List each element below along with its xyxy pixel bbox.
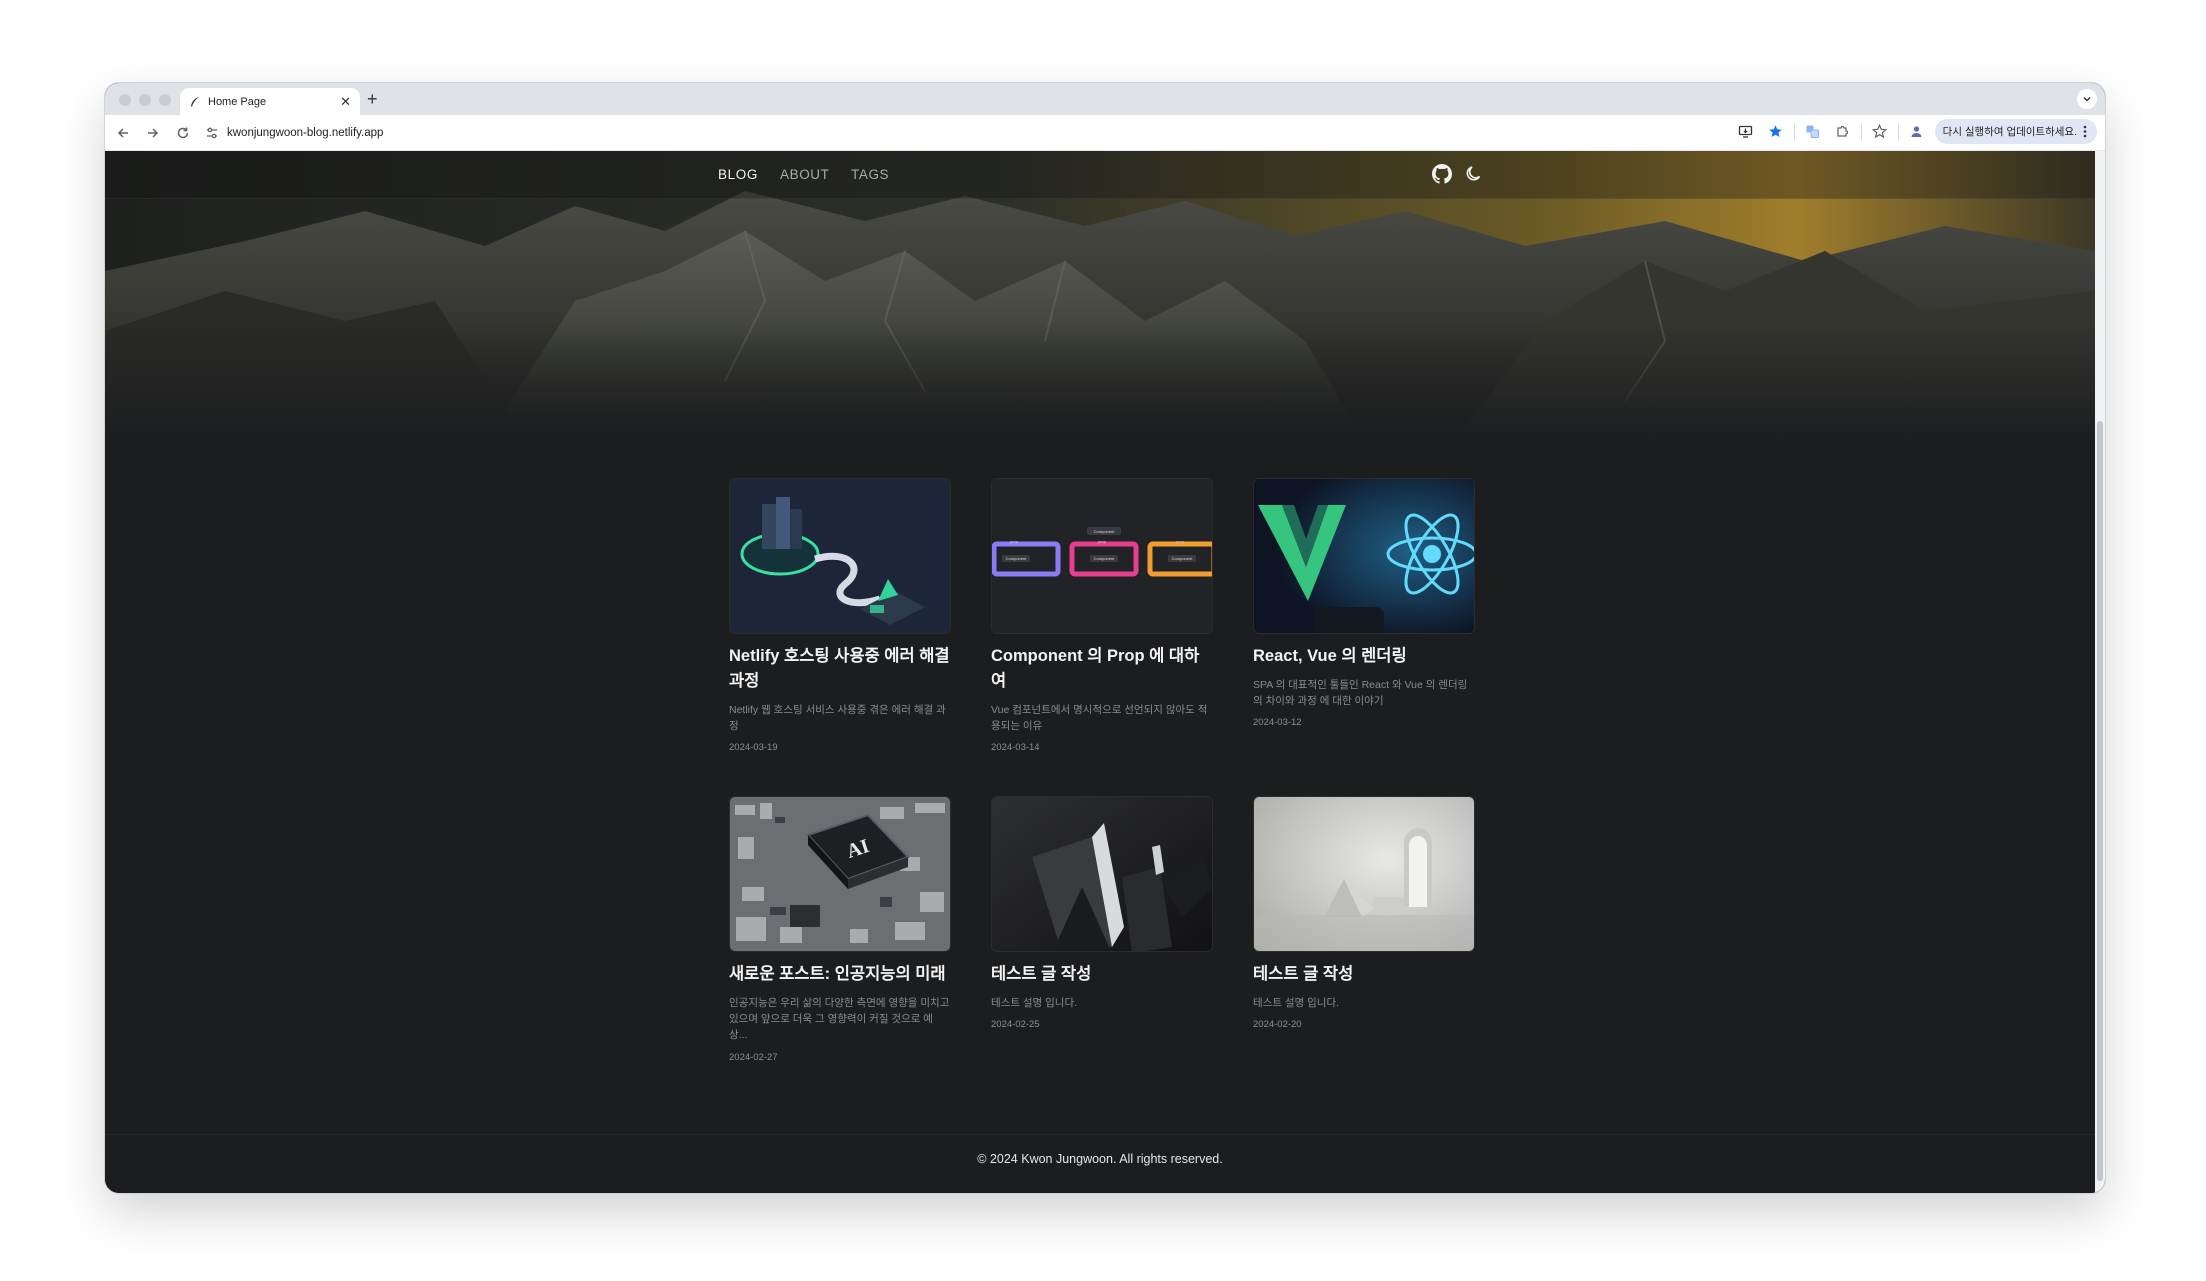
- post-description: Netlify 웹 호스팅 서비스 사용중 겪은 에러 해결 과정: [729, 703, 946, 732]
- toolbar-divider: [1897, 123, 1899, 140]
- post-thumbnail: Component Component Component Component …: [991, 478, 1213, 634]
- abstract-light-room-image: [1254, 797, 1474, 951]
- new-tab-button[interactable]: +: [367, 89, 378, 110]
- diagram-label: Component: [1094, 556, 1116, 561]
- browser-toolbar: kwonjungwoon-blog.netlify.app 다시 실행하여 업데…: [105, 115, 2105, 151]
- tab-home-page[interactable]: Home Page ✕: [180, 88, 360, 115]
- install-app-button[interactable]: [1734, 120, 1758, 144]
- post-description: 인공지능은 우리 삶의 다양한 측면에 영향을 미치고 있으며 앞으로 더욱 그…: [729, 996, 950, 1042]
- reading-list-button[interactable]: [1868, 120, 1892, 144]
- post-card[interactable]: Netlify 호스팅 사용중 에러 해결 과정 Netlify 웹 호스팅 서…: [729, 478, 951, 753]
- post-date: 2024-02-27: [729, 1051, 778, 1063]
- post-date: 2024-02-25: [991, 1019, 1040, 1031]
- post-card[interactable]: 테스트 글 작성 테스트 설명 입니다. 2024-02-25: [991, 796, 1213, 1030]
- vue-react-logo-image: [1254, 479, 1474, 633]
- translate-button[interactable]: [1801, 120, 1825, 144]
- post-description: 테스트 설명 입니다.: [991, 996, 1078, 1009]
- post-description: SPA 의 대표적인 툴들인 React 와 Vue 의 렌더링의 차이와 과정…: [1253, 678, 1468, 708]
- toolbar-actions: 다시 실행하여 업데이트하세요.: [1734, 119, 2097, 144]
- profile-icon: [1911, 126, 1922, 137]
- post-thumbnail: [1253, 478, 1475, 634]
- maximize-window-button[interactable]: [159, 94, 171, 106]
- tab-title: Home Page: [208, 95, 267, 108]
- post-title: Netlify 호스팅 사용중 에러 해결 과정: [729, 647, 950, 690]
- post-card[interactable]: React, Vue 의 렌더링 SPA 의 대표적인 툴들인 React 와 …: [1253, 478, 1475, 728]
- feather-icon: [191, 96, 199, 107]
- more-vertical-icon: [2083, 125, 2087, 138]
- nav-link-blog[interactable]: BLOG: [718, 167, 758, 182]
- post-card[interactable]: 테스트 글 작성 테스트 설명 입니다. 2024-02-20: [1253, 796, 1475, 1030]
- minimize-window-button[interactable]: [139, 94, 151, 106]
- post-title: 테스트 글 작성: [991, 965, 1092, 983]
- site-navbar: BLOG ABOUT TAGS: [105, 151, 2095, 199]
- github-icon[interactable]: [1432, 164, 1452, 184]
- install-app-icon: [1739, 125, 1753, 138]
- reload-icon: [177, 127, 189, 138]
- post-title: 테스트 글 작성: [1253, 965, 1354, 983]
- page-content: BLOG ABOUT TAGS Netlify 호스팅 사용중 에러 해결 과정…: [105, 151, 2095, 1193]
- post-title: Component 의 Prop 에 대하여: [991, 647, 1200, 690]
- site-settings-icon[interactable]: [205, 126, 219, 140]
- post-date: 2024-02-20: [1253, 1019, 1302, 1031]
- scrollbar-thumb[interactable]: [2097, 421, 2103, 1181]
- diagram-label: prop: [1098, 539, 1107, 544]
- post-description: 테스트 설명 입니다.: [1253, 996, 1340, 1009]
- diagram-label: Component: [1094, 529, 1116, 534]
- page-scrollbar[interactable]: [2095, 151, 2105, 1193]
- url-text: kwonjungwoon-blog.netlify.app: [227, 126, 384, 139]
- browser-window: Home Page ✕ + kwonjungwoon-blog.netlify.…: [105, 83, 2105, 1193]
- post-title: React, Vue 의 렌더링: [1253, 647, 1407, 665]
- arrow-left-icon: [117, 127, 128, 138]
- footer-divider: [105, 1134, 2095, 1135]
- puzzle-icon: [1837, 125, 1849, 137]
- close-tab-icon[interactable]: ✕: [340, 95, 351, 108]
- chevron-down-icon: [2083, 96, 2091, 102]
- back-button[interactable]: [109, 119, 137, 147]
- ai-chip-image: AI: [730, 797, 950, 951]
- post-thumbnail: [1253, 796, 1475, 952]
- profile-button[interactable]: [1905, 120, 1929, 144]
- post-thumbnail: [991, 796, 1213, 952]
- tab-search-button[interactable]: [2077, 89, 2097, 109]
- nav-link-tags[interactable]: TAGS: [851, 167, 889, 182]
- close-window-button[interactable]: [119, 94, 131, 106]
- nav-link-about[interactable]: ABOUT: [780, 167, 830, 182]
- isometric-server-image: [730, 479, 950, 633]
- star-filled-icon: [1769, 125, 1782, 137]
- hero-fade: [105, 321, 2095, 441]
- arrow-right-icon: [148, 127, 159, 138]
- reload-button[interactable]: [169, 119, 197, 147]
- diagram-label: prop: [1010, 539, 1019, 544]
- toolbar-divider: [1793, 123, 1795, 140]
- post-card[interactable]: Component Component Component Component …: [991, 478, 1213, 753]
- footer-copyright: © 2024 Kwon Jungwoon. All rights reserve…: [977, 1152, 1223, 1166]
- moon-icon[interactable]: [1464, 164, 1484, 184]
- update-label: 다시 실행하여 업데이트하세요.: [1942, 126, 2077, 138]
- bookmark-star-button[interactable]: [1764, 120, 1788, 144]
- post-date: 2024-03-12: [1253, 717, 1302, 729]
- star-outline-icon: [1872, 124, 1888, 139]
- forward-button[interactable]: [139, 119, 167, 147]
- diagram-label: Component: [1172, 556, 1194, 561]
- diagram-label: Component: [1006, 556, 1028, 561]
- tab-strip: Home Page ✕ +: [105, 83, 2105, 115]
- post-thumbnail: [729, 478, 951, 634]
- post-thumbnail: AI: [729, 796, 951, 952]
- translate-icon: [1806, 125, 1820, 138]
- post-description: Vue 컴포넌트에서 명시적으로 선언되지 않아도 적용되는 이유: [991, 703, 1208, 732]
- post-date: 2024-03-19: [729, 742, 778, 754]
- post-date: 2024-03-14: [991, 742, 1040, 754]
- extensions-button[interactable]: [1831, 120, 1855, 144]
- toolbar-divider: [1860, 123, 1862, 140]
- update-button[interactable]: 다시 실행하여 업데이트하세요.: [1934, 119, 2097, 144]
- diagram-label: prop: [1176, 539, 1185, 544]
- component-diagram-image: Component Component Component Component …: [992, 479, 1212, 633]
- post-card[interactable]: AI 새로운 포스트: 인공지능의 미래 인공지능은 우리 삶의 다양한 측면에…: [729, 796, 951, 1063]
- post-title: 새로운 포스트: 인공지능의 미래: [729, 965, 946, 983]
- address-bar[interactable]: kwonjungwoon-blog.netlify.app: [197, 120, 1882, 145]
- window-controls: [119, 94, 171, 106]
- abstract-dark-shapes-image: [992, 797, 1212, 951]
